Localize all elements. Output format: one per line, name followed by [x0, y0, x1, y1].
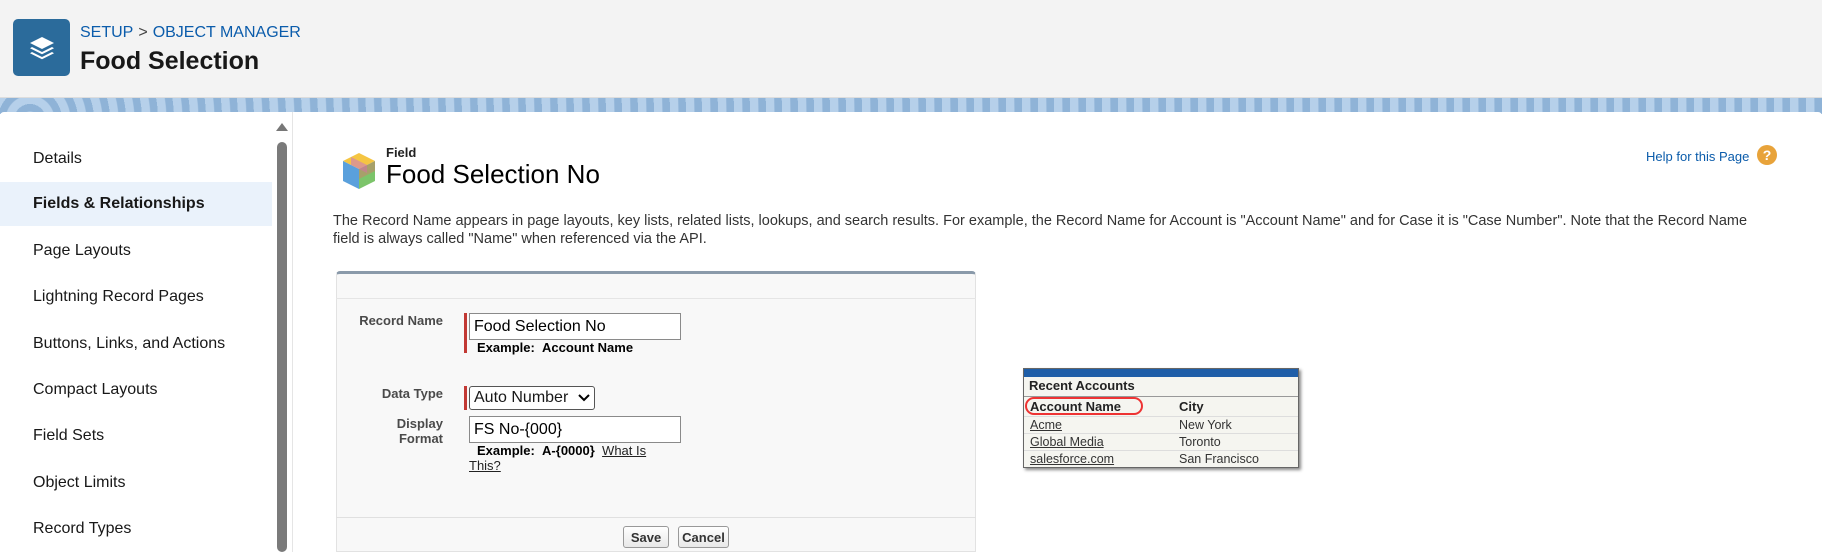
record-name-input[interactable] — [469, 313, 681, 340]
account-name-cell: Acme — [1030, 418, 1062, 432]
city-cell: San Francisco — [1179, 452, 1259, 466]
page-title: Food Selection — [80, 47, 260, 75]
example-value: Account Name — [542, 340, 634, 355]
example-prefix: Example: — [477, 443, 535, 458]
data-type-selected: Auto Number — [474, 389, 569, 406]
display-format-input[interactable] — [469, 416, 681, 443]
table-row: Acme New York — [1024, 416, 1298, 433]
table-row: Global Media Toronto — [1024, 433, 1298, 450]
recent-accounts-example: Recent Accounts Account Name City Acme N… — [1023, 368, 1299, 468]
account-name-cell: Global Media — [1030, 435, 1104, 449]
sidebar-item-fields-relationships[interactable]: Fields & Relationships — [0, 182, 272, 226]
page-header: SETUP > OBJECT MANAGER Food Selection — [0, 0, 1822, 98]
question-icon[interactable]: ? — [1757, 145, 1777, 165]
what-is-this-link-cont[interactable]: This? — [469, 458, 501, 473]
what-is-this-link[interactable]: What Is — [602, 443, 646, 458]
record-name-description: The Record Name appears in page layouts,… — [333, 213, 1748, 247]
save-button[interactable]: Save — [623, 526, 669, 548]
example-title-bar — [1024, 369, 1298, 377]
record-name-example: Example: Account Name — [477, 340, 633, 355]
cube-icon — [340, 151, 378, 191]
what-is-this-link-line2: This? — [469, 458, 501, 473]
display-format-label: Display Format — [340, 416, 443, 446]
city-cell: New York — [1179, 418, 1232, 432]
recent-accounts-title: Recent Accounts — [1029, 378, 1135, 393]
city-column: City — [1179, 399, 1204, 414]
required-indicator — [464, 313, 467, 353]
field-title: Food Selection No — [386, 159, 600, 189]
display-format-label-line1: Display — [396, 416, 443, 431]
chevron-down-icon — [578, 394, 590, 402]
sidebar-divider — [292, 112, 293, 552]
sidebar-scrollbar[interactable] — [277, 142, 287, 552]
sidebar-item-record-types[interactable]: Record Types — [0, 507, 272, 551]
data-type-select[interactable]: Auto Number — [469, 386, 595, 410]
data-type-label: Data Type — [381, 386, 443, 401]
account-name-column: Account Name — [1030, 399, 1122, 414]
example-value: A-{0000} — [542, 443, 595, 458]
breadcrumb-setup-link[interactable]: SETUP — [80, 24, 133, 42]
layers-icon — [13, 19, 70, 76]
form-header-divider — [336, 298, 976, 299]
display-format-label-line2: Format — [398, 431, 443, 446]
required-indicator — [464, 386, 467, 410]
account-name-cell: salesforce.com — [1030, 452, 1115, 466]
record-name-label: Record Name — [359, 313, 443, 328]
breadcrumb-separator: > — [138, 24, 148, 41]
breadcrumb-object-manager-link[interactable]: OBJECT MANAGER — [153, 24, 301, 42]
field-type-label: Field — [386, 145, 417, 160]
sidebar-item-field-sets[interactable]: Field Sets — [0, 414, 272, 458]
sidebar-item-compact-layouts[interactable]: Compact Layouts — [0, 368, 272, 412]
display-format-example: Example: A-{0000} What Is — [477, 443, 646, 458]
form-footer-divider — [336, 517, 976, 518]
breadcrumb: SETUP > OBJECT MANAGER — [80, 24, 301, 42]
sidebar-item-page-layouts[interactable]: Page Layouts — [0, 229, 272, 273]
cancel-button[interactable]: Cancel — [678, 526, 729, 548]
help-link[interactable]: Help for this Page — [1646, 149, 1749, 164]
sidebar-item-buttons-links-actions[interactable]: Buttons, Links, and Actions — [0, 322, 272, 366]
sidebar-item-lightning-record-pages[interactable]: Lightning Record Pages — [0, 275, 272, 319]
sidebar-nav: Details Fields & Relationships Page Layo… — [0, 112, 275, 552]
example-prefix: Example: — [477, 340, 535, 355]
sidebar-item-details[interactable]: Details — [0, 137, 272, 181]
sidebar-item-object-limits[interactable]: Object Limits — [0, 461, 272, 505]
city-cell: Toronto — [1179, 435, 1221, 449]
table-row: salesforce.com San Francisco — [1024, 450, 1298, 467]
scroll-up-arrow-icon[interactable] — [276, 123, 288, 131]
